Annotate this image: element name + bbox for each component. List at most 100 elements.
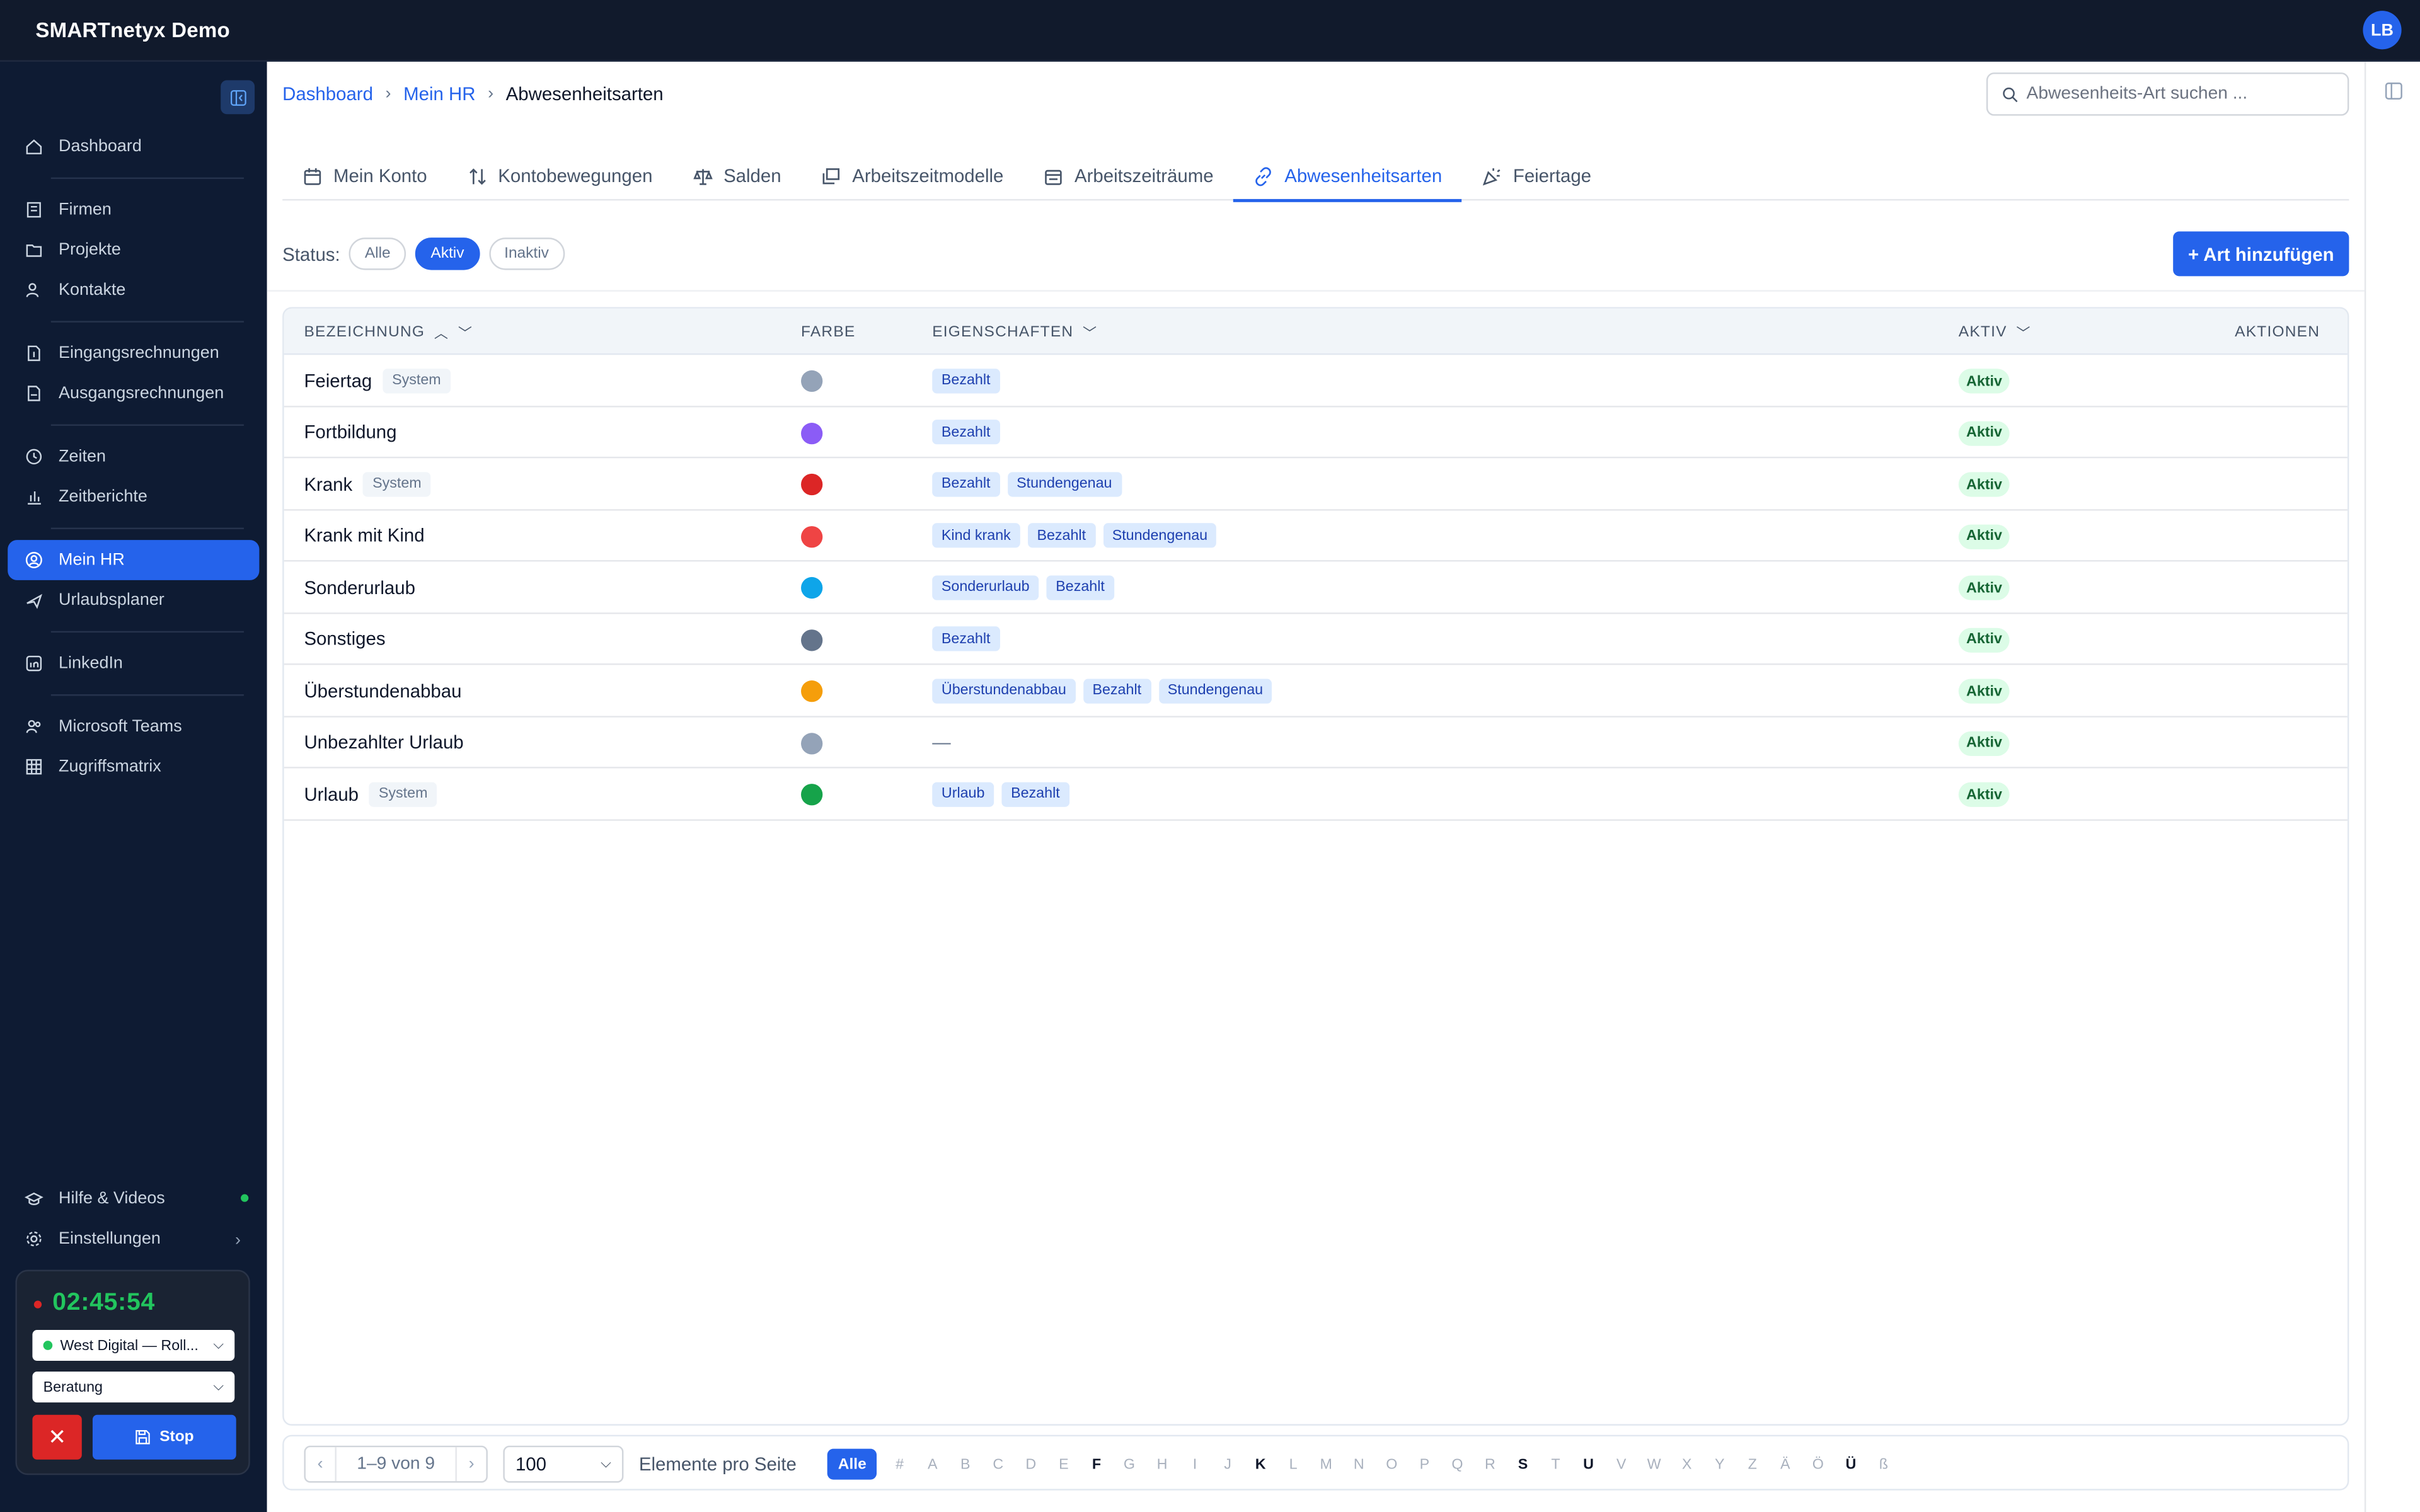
column-header-active[interactable]: AKTIV ﹀ <box>1959 309 2031 355</box>
chevron-down-icon[interactable]: ﹀ <box>2016 322 2031 342</box>
breadcrumb-dashboard[interactable]: Dashboard <box>282 83 373 105</box>
alpha-filter-letter[interactable]: K <box>1244 1456 1277 1473</box>
sidebar-item-hilfe-videos[interactable]: Hilfe & Videos <box>8 1179 259 1219</box>
timer-stop-button[interactable]: Stop <box>92 1414 236 1460</box>
alpha-filter-letter[interactable]: L <box>1277 1456 1310 1473</box>
alpha-filter-letter[interactable]: E <box>1047 1456 1080 1473</box>
sidebar-item-eingangsrechnungen[interactable]: Eingangsrechnungen <box>8 333 259 374</box>
tab-arbeitszeitraume[interactable]: Arbeitszeiträume <box>1023 151 1233 200</box>
user-avatar[interactable]: LB <box>2363 11 2402 50</box>
tab-feiertage[interactable]: Feiertage <box>1462 151 1611 200</box>
tab-salden[interactable]: Salden <box>672 151 801 200</box>
status-filter-alle[interactable]: Alle <box>349 238 406 270</box>
alpha-filter-letter[interactable]: A <box>916 1456 949 1473</box>
sort-asc-icon[interactable]: ︿ <box>434 322 449 342</box>
sidebar-item-linkedin[interactable]: LinkedIn <box>8 643 259 684</box>
sidebar-item-einstellungen[interactable]: Einstellungen › <box>8 1219 259 1259</box>
system-badge: System <box>363 471 431 496</box>
status-badge: Aktiv <box>1958 524 2010 549</box>
chevron-down-icon[interactable]: ﹀ <box>1083 322 1097 342</box>
status-filter-inaktiv[interactable]: Inaktiv <box>488 238 565 270</box>
alpha-filter-letter[interactable]: P <box>1408 1456 1441 1473</box>
home-icon <box>26 139 42 154</box>
search-input[interactable]: Abwesenheits-Art suchen ... <box>1986 72 2349 116</box>
alpha-filter-letter[interactable]: R <box>1473 1456 1506 1473</box>
alpha-filter-letter[interactable]: # <box>884 1456 916 1473</box>
alpha-filter-letter[interactable]: I <box>1178 1456 1211 1473</box>
next-page-icon[interactable]: › <box>455 1447 486 1482</box>
alpha-filter-letter[interactable]: N <box>1342 1456 1375 1473</box>
sidebar-divider <box>50 694 244 696</box>
column-header-props[interactable]: EIGENSCHAFTEN ﹀ <box>932 309 1097 355</box>
panel-toggle-icon[interactable] <box>2385 82 2403 100</box>
alpha-filter-letter[interactable]: X <box>1671 1456 1703 1473</box>
sidebar-item-microsoft-teams[interactable]: Microsoft Teams <box>8 707 259 747</box>
status-badge: Aktiv <box>1958 782 2010 807</box>
status-filter-aktiv[interactable]: Aktiv <box>415 238 480 270</box>
tab-kontobewegungen[interactable]: Kontobewegungen <box>447 151 672 200</box>
alpha-filter-letter[interactable]: S <box>1506 1456 1539 1473</box>
sidebar-item-zugriffsmatrix[interactable]: Zugriffsmatrix <box>8 747 259 787</box>
alpha-filter-letter[interactable]: U <box>1572 1456 1605 1473</box>
table-row[interactable]: Überstundenabbau Überstundenabbau Bezahlt S… <box>284 665 2348 717</box>
sidebar-item-firmen[interactable]: Firmen <box>8 190 259 230</box>
timer-activity-select[interactable]: Beratung ⌵ <box>32 1372 235 1403</box>
breadcrumb-mein-hr[interactable]: Mein HR <box>403 83 475 105</box>
alpha-filter-letter[interactable]: Z <box>1736 1456 1769 1473</box>
sidebar-item-mein-hr[interactable]: Mein HR <box>8 540 260 580</box>
sidebar-item-dashboard[interactable]: Dashboard <box>8 127 259 167</box>
column-header-name[interactable]: BEZEICHNUNG ︿ ﹀ <box>304 309 473 355</box>
column-name-label: BEZEICHNUNG <box>304 323 425 341</box>
table-row[interactable]: Sonstiges Bezahlt Aktiv <box>284 613 2348 665</box>
sidebar-item-ausgangsrechnungen[interactable]: Ausgangsrechnungen <box>8 374 259 414</box>
alpha-filter-letter[interactable]: B <box>949 1456 982 1473</box>
chevron-right-icon: › <box>488 84 494 104</box>
alpha-filter-letter[interactable]: Ü <box>1835 1456 1867 1473</box>
sidebar-item-zeitberichte[interactable]: Zeitberichte <box>8 477 259 517</box>
alpha-filter-letter[interactable]: T <box>1539 1456 1572 1473</box>
sidebar-item-zeiten[interactable]: Zeiten <box>8 437 259 477</box>
chevron-down-icon[interactable]: ﹀ <box>458 322 473 342</box>
chevron-right-icon: › <box>385 84 391 104</box>
alpha-filter-letter[interactable]: W <box>1638 1456 1671 1473</box>
collapse-sidebar-button[interactable] <box>221 80 255 115</box>
timer-cancel-button[interactable]: ✕ <box>32 1414 82 1460</box>
table-row[interactable]: Sonderurlaub Sonderurlaub Bezahlt Aktiv <box>284 561 2348 614</box>
alpha-filter-letter[interactable]: Ä <box>1769 1456 1802 1473</box>
timer-project-select[interactable]: West Digital — Roll... ⌵ <box>32 1330 235 1361</box>
alpha-filter-letter[interactable]: O <box>1375 1456 1408 1473</box>
alpha-filter-letter[interactable]: G <box>1113 1456 1146 1473</box>
alpha-filter-letter[interactable]: ß <box>1867 1456 1900 1473</box>
alpha-filter-letter[interactable]: H <box>1146 1456 1178 1473</box>
chevron-down-icon: ⌵ <box>213 1377 224 1394</box>
sidebar-divider <box>50 321 244 323</box>
tab-mein-konto[interactable]: Mein Konto <box>282 151 447 200</box>
alpha-filter-letter[interactable]: F <box>1080 1456 1113 1473</box>
sidebar-item-projekte[interactable]: Projekte <box>8 230 259 270</box>
alpha-filter-letter[interactable]: J <box>1211 1456 1244 1473</box>
table-row[interactable]: Krank mit Kind Kind krank Bezahlt Stundenge… <box>284 510 2348 562</box>
per-page-select[interactable]: 100 ⌵ <box>503 1445 624 1483</box>
table-row[interactable]: Urlaub System Urlaub Bezahlt Aktiv <box>284 769 2348 820</box>
table-row[interactable]: Unbezahlter Urlaub — Aktiv <box>284 717 2348 769</box>
prev-page-icon[interactable]: ‹ <box>306 1447 337 1482</box>
alpha-filter-letter[interactable]: Y <box>1703 1456 1736 1473</box>
tab-arbeitszeitmodelle[interactable]: Arbeitszeitmodelle <box>801 151 1023 200</box>
alpha-filter-letter[interactable]: V <box>1605 1456 1638 1473</box>
sidebar-item-urlaubsplaner[interactable]: Urlaubsplaner <box>8 580 259 621</box>
alpha-filter-letter[interactable]: D <box>1015 1456 1047 1473</box>
alpha-filter-letter[interactable]: C <box>982 1456 1015 1473</box>
sidebar-item-kontakte[interactable]: Kontakte <box>8 270 259 311</box>
alpha-filter-letter[interactable]: M <box>1310 1456 1342 1473</box>
alpha-filter-letter[interactable]: Ö <box>1802 1456 1835 1473</box>
alpha-filter-letter[interactable]: Q <box>1441 1456 1473 1473</box>
table-row[interactable]: Fortbildung Bezahlt Aktiv <box>284 406 2348 459</box>
add-absence-type-button[interactable]: + Art hinzufügen <box>2173 231 2349 277</box>
recording-dot-icon <box>33 1300 42 1308</box>
sidebar-item-label: Hilfe & Videos <box>59 1189 165 1208</box>
table-row[interactable]: Krank System Bezahlt Stundengenau Aktiv <box>284 458 2348 510</box>
table-row[interactable]: Feiertag System Bezahlt Aktiv <box>284 355 2348 407</box>
tab-abwesenheitsarten[interactable]: Abwesenheitsarten <box>1233 151 1463 202</box>
alpha-filter-all[interactable]: Alle <box>827 1448 877 1480</box>
arrows-updown-icon <box>469 168 486 185</box>
